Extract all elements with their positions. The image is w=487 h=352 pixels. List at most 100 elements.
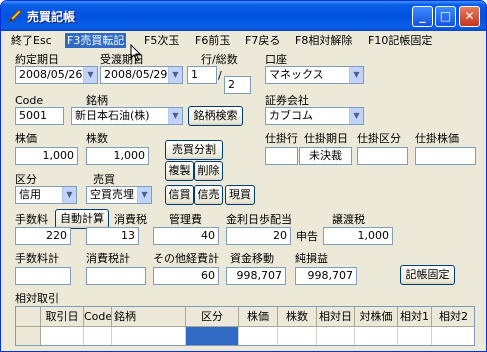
contract-date-picker[interactable]: 2008/05/26 ▼: [15, 66, 98, 84]
relative-trades-grid[interactable]: 取引日 Code 銘柄 区分 株価 株数 相対日 対株価 相対1 相対2: [15, 306, 475, 346]
split-trade-button[interactable]: 売買分割: [165, 140, 223, 160]
menu-transfer[interactable]: F3売買転記: [65, 33, 127, 48]
fee-label: 手数料: [15, 213, 48, 226]
close-button[interactable]: ✕: [459, 6, 480, 27]
delivery-date-picker[interactable]: 2008/05/29 ▼: [100, 66, 183, 84]
table-cell[interactable]: [239, 327, 278, 345]
fund-move-label: 資金移動: [230, 252, 274, 265]
table-cell[interactable]: [278, 327, 317, 345]
menu-exit[interactable]: 終了Esc: [9, 33, 54, 48]
table-cell[interactable]: [398, 327, 432, 345]
menu-release[interactable]: F8相対解除: [293, 33, 354, 48]
pending-price-field[interactable]: [415, 147, 476, 165]
grid-header-code[interactable]: Code: [84, 307, 112, 327]
brand-search-button[interactable]: 銘柄検索: [188, 106, 243, 126]
brand-select[interactable]: 新日本石油(株) ▼: [71, 107, 183, 125]
interest-field[interactable]: 20: [226, 227, 291, 245]
pending-row-label: 仕掛行: [265, 132, 298, 145]
maximize-button[interactable]: □: [435, 6, 456, 27]
title-bar[interactable]: 売買記帳 _ □ ✕: [1, 1, 486, 31]
consumption-tax-field[interactable]: 13: [86, 227, 139, 245]
tax-total-label: 消費税計: [86, 252, 130, 265]
account-select[interactable]: マネックス ▼: [265, 66, 364, 84]
shares-label: 株数: [86, 132, 108, 145]
pending-class-field[interactable]: [357, 147, 408, 165]
shares-field[interactable]: 1,000: [86, 147, 149, 165]
securities-co-select[interactable]: カブコム ▼: [265, 107, 364, 125]
pending-price-label: 仕掛株価: [415, 132, 459, 145]
grid-header-price[interactable]: 株価: [239, 307, 278, 327]
pending-date-field[interactable]: 未決裁: [299, 147, 352, 165]
mgmt-fee-field[interactable]: 40: [153, 227, 219, 245]
main-window: 売買記帳 _ □ ✕ 終了Esc F3売買転記 F5次玉 F6前玉 F7戻る F…: [0, 0, 487, 352]
code-field[interactable]: 5001: [15, 107, 64, 125]
grid-header-brand[interactable]: 銘柄: [112, 307, 186, 327]
pen-icon: [7, 9, 22, 24]
pending-row-field[interactable]: [265, 147, 298, 165]
category-value: 信用: [19, 188, 41, 201]
account-value: マネックス: [269, 68, 324, 81]
copy-button[interactable]: 複製: [165, 161, 194, 181]
menu-back[interactable]: F7戻る: [243, 33, 282, 48]
grid-header-trade-date[interactable]: 取引日: [41, 307, 84, 327]
delete-button[interactable]: 削除: [194, 161, 223, 181]
fee-total-field[interactable]: [15, 267, 71, 285]
table-cell[interactable]: [432, 327, 474, 345]
table-cell[interactable]: [84, 327, 112, 345]
trade-label: 売買: [93, 173, 115, 186]
grid-header-relative2[interactable]: 相対2: [432, 307, 474, 327]
fund-move-field[interactable]: 998,707: [226, 267, 286, 285]
table-cell[interactable]: [317, 327, 355, 345]
fee-field[interactable]: 220: [15, 227, 71, 245]
other-total-label: その他経費計: [153, 252, 219, 265]
window-title: 売買記帳: [27, 10, 76, 24]
menu-fix-entry[interactable]: F10記帳固定: [366, 33, 434, 48]
menu-next[interactable]: F5次玉: [142, 33, 181, 48]
other-total-field[interactable]: 60: [153, 267, 219, 285]
table-cell-selected[interactable]: [186, 327, 239, 345]
pending-class-label: 仕掛区分: [357, 132, 401, 145]
grid-header-shares[interactable]: 株数: [278, 307, 317, 327]
net-pl-field[interactable]: 998,707: [295, 267, 357, 285]
grid-header-relative-date[interactable]: 相対日: [317, 307, 355, 327]
unit-price-field[interactable]: 1,000: [15, 147, 78, 165]
minimize-button[interactable]: _: [412, 6, 433, 27]
grid-header-relative1[interactable]: 相対1: [398, 307, 432, 327]
grid-header-relative-price[interactable]: 対株価: [355, 307, 398, 327]
fee-total-label: 手数料計: [15, 252, 59, 265]
trade-select[interactable]: 空買売埋 ▼: [86, 186, 152, 204]
table-cell[interactable]: [355, 327, 398, 345]
consumption-tax-label: 消費税: [114, 213, 147, 226]
slash-separator: /: [218, 69, 222, 82]
chevron-down-icon[interactable]: ▼: [349, 67, 363, 83]
contract-date-value: 2008/05/26: [19, 68, 83, 81]
rows-total-label: 行/総数: [201, 53, 238, 66]
mgmt-fee-label: 管理費: [169, 213, 202, 226]
margin-buy-button[interactable]: 信買: [165, 185, 194, 205]
total-field[interactable]: 2: [224, 76, 251, 94]
category-label: 区分: [15, 173, 37, 186]
auto-calc-button[interactable]: 自動計算: [55, 209, 109, 229]
chevron-down-icon[interactable]: ▼: [83, 67, 97, 83]
grid-header-selector[interactable]: [16, 307, 41, 327]
chevron-down-icon[interactable]: ▼: [349, 108, 363, 124]
category-select[interactable]: 信用 ▼: [15, 186, 77, 204]
chevron-down-icon[interactable]: ▼: [137, 187, 151, 203]
table-row-selector[interactable]: [16, 327, 41, 345]
table-cell[interactable]: [41, 327, 84, 345]
securities-co-label: 証券会社: [265, 94, 309, 107]
menu-prev[interactable]: F6前玉: [193, 33, 232, 48]
row-field[interactable]: 1: [187, 66, 217, 84]
delivery-date-label: 受渡期日: [100, 53, 144, 66]
tax-total-field[interactable]: [86, 267, 146, 285]
chevron-down-icon[interactable]: ▼: [168, 108, 182, 124]
brand-label: 銘柄: [86, 94, 108, 107]
margin-sell-button[interactable]: 信売: [194, 185, 223, 205]
transfer-tax-field[interactable]: 1,000: [323, 227, 393, 245]
table-cell[interactable]: [112, 327, 186, 345]
fix-entry-button[interactable]: 記帳固定: [400, 265, 455, 285]
chevron-down-icon[interactable]: ▼: [62, 187, 76, 203]
cash-buy-button[interactable]: 現買: [225, 185, 255, 205]
chevron-down-icon[interactable]: ▼: [168, 67, 182, 83]
grid-header-category[interactable]: 区分: [186, 307, 239, 327]
